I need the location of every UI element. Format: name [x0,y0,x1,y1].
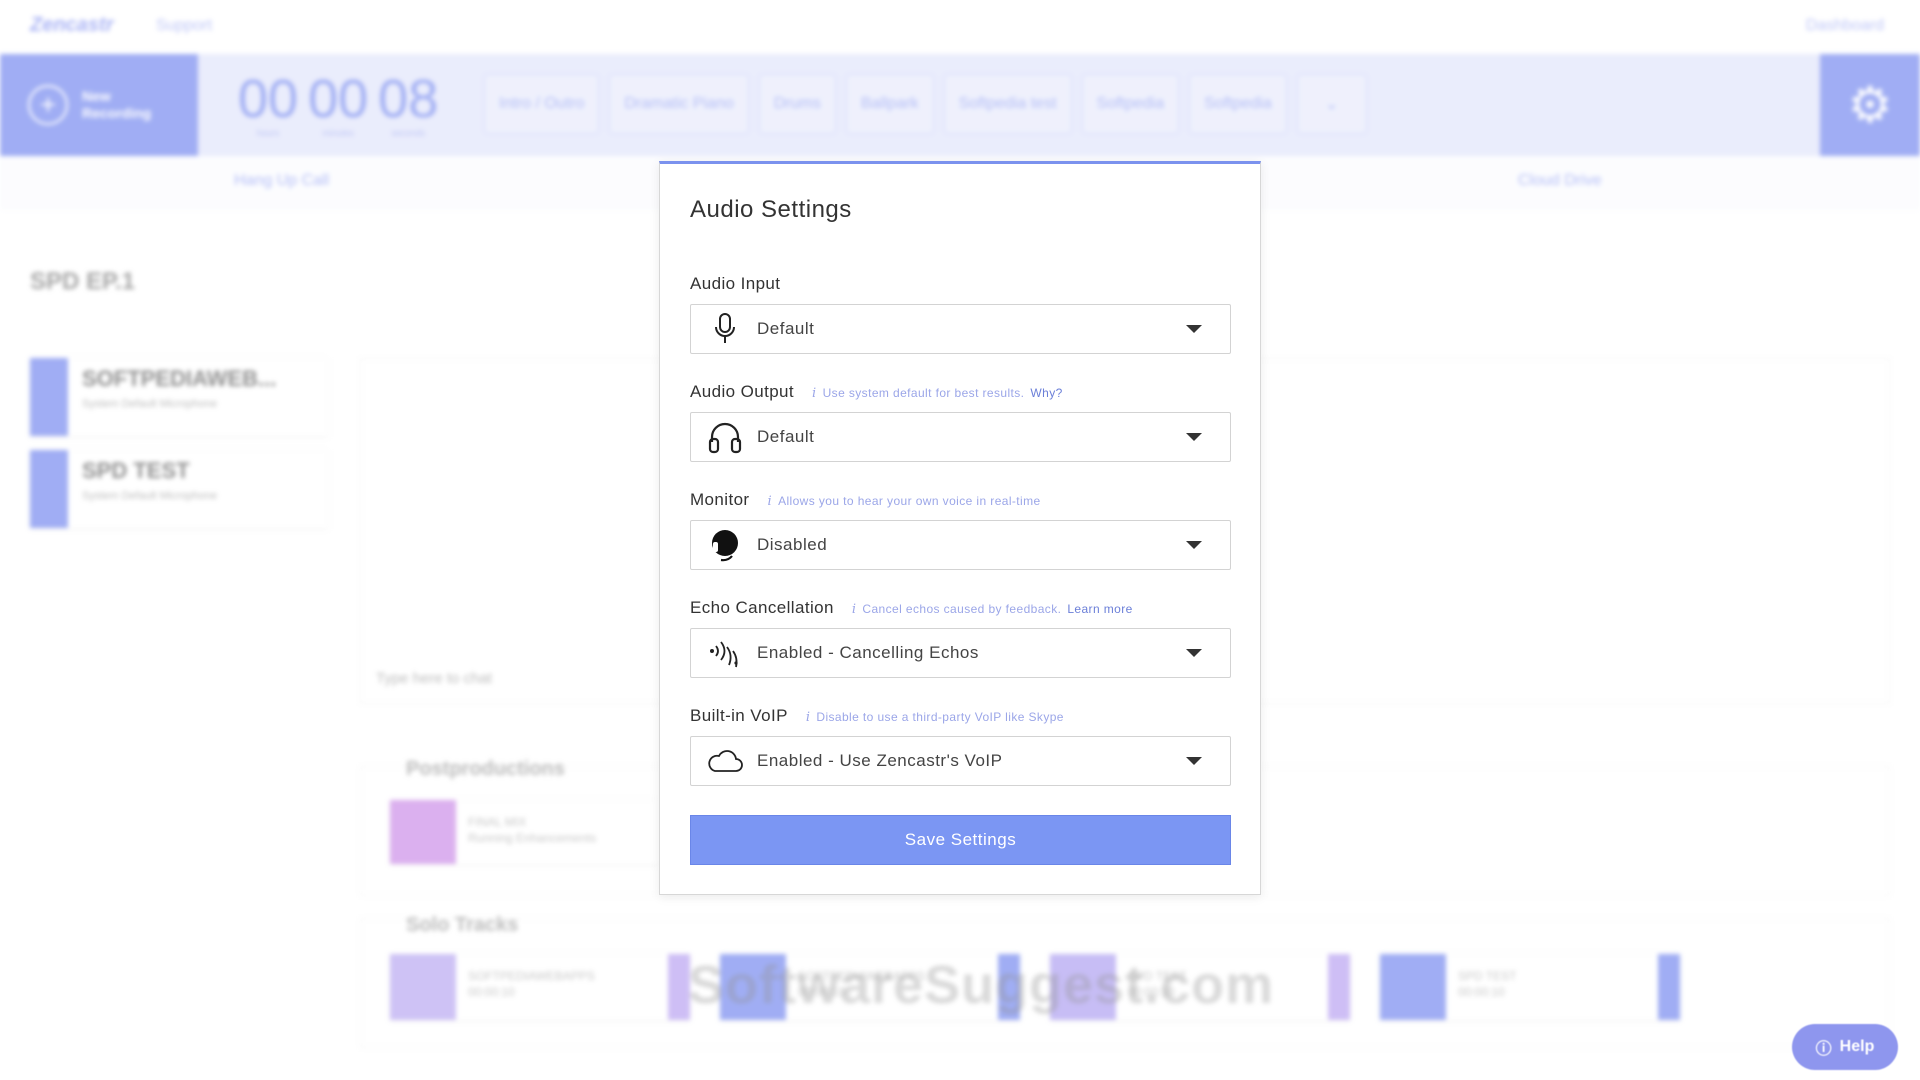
audio-input-label: Audio Input [690,274,780,294]
audio-output-hint-text: Use system default for best results. [822,386,1025,400]
question-icon: ⓘ [1815,1041,1832,1058]
monitor-label-text: Monitor [690,490,750,509]
voip-hint-text: Disable to use a third-party VoIP like S… [816,710,1064,724]
audio-input-select[interactable]: Default [690,304,1231,354]
help-label: Help [1839,1038,1875,1055]
modal-title: Audio Settings [690,196,852,223]
echo-cancellation-hint: i Cancel echos caused by feedback. Learn m… [852,602,1133,617]
echo-waves-icon [705,633,745,673]
audio-input-label-text: Audio Input [690,274,781,293]
voip-label: Built-in VoIP i Disable to use a third-pa… [690,706,1064,726]
chevron-down-icon [1186,649,1202,657]
headset-icon [705,525,745,565]
echo-cancellation-label-text: Echo Cancellation [690,598,834,617]
learn-more-link[interactable]: Learn more [1067,602,1132,616]
audio-output-select[interactable]: Default [690,412,1231,462]
cloud-icon [705,741,745,781]
info-icon: i [851,602,857,617]
info-icon: i [812,386,817,401]
echo-cancellation-label: Echo Cancellation i Cancel echos caused b… [690,598,1133,618]
voip-label-text: Built-in VoIP [690,706,788,725]
monitor-value: Disabled [757,535,828,554]
audio-output-label-text: Audio Output [690,382,795,401]
chevron-down-icon [1186,541,1202,549]
info-icon: i [805,710,811,725]
info-icon: i [767,494,773,509]
audio-output-hint: i Use system default for best results. Why… [812,386,1063,401]
audio-input-value: Default [757,319,815,338]
echo-cancellation-select[interactable]: Enabled - Cancelling Echos [690,628,1231,678]
chevron-down-icon [1186,325,1202,333]
why-link[interactable]: Why? [1030,386,1062,400]
voip-hint: i Disable to use a third-party VoIP like … [806,710,1064,725]
monitor-label: Monitor i Allows you to hear your own voi… [690,490,1041,510]
echo-cancellation-hint-text: Cancel echos caused by feedback. [862,602,1062,616]
monitor-hint: i Allows you to hear your own voice in re… [768,494,1041,509]
chevron-down-icon [1186,757,1202,765]
audio-output-value: Default [757,427,815,446]
monitor-select[interactable]: Disabled [690,520,1231,570]
microphone-icon [705,309,745,349]
echo-cancellation-value: Enabled - Cancelling Echos [757,643,979,662]
audio-settings-modal: Audio Settings Audio Input Default Audio… [659,161,1261,895]
voip-value: Enabled - Use Zencastr's VoIP [757,751,1003,770]
chevron-down-icon [1186,433,1202,441]
monitor-hint-text: Allows you to hear your own voice in rea… [778,494,1041,508]
save-settings-button[interactable]: Save Settings [690,815,1231,865]
headphones-icon [705,417,745,457]
help-button[interactable]: ⓘ Help [1792,1024,1898,1070]
audio-output-label: Audio Output i Use system default for bes… [690,382,1063,402]
voip-select[interactable]: Enabled - Use Zencastr's VoIP [690,736,1231,786]
